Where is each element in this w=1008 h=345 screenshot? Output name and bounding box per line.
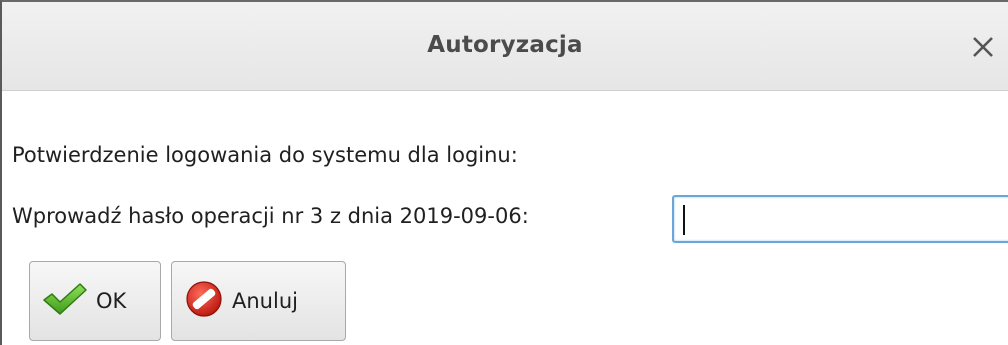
cancel-icon bbox=[184, 279, 224, 323]
password-input[interactable] bbox=[672, 195, 1008, 243]
authorization-dialog: Autoryzacja Potwierdzenie logowania do s… bbox=[0, 0, 1008, 345]
cancel-button[interactable]: Anuluj bbox=[171, 261, 346, 341]
ok-button-label: OK bbox=[96, 289, 127, 313]
password-label: Wprowadź hasło operacji nr 3 z dnia 2019… bbox=[12, 204, 529, 228]
dialog-titlebar: Autoryzacja bbox=[2, 2, 1008, 91]
ok-button[interactable]: OK bbox=[29, 261, 161, 341]
cancel-button-label: Anuluj bbox=[232, 289, 298, 313]
confirm-login-text: Potwierdzenie logowania do systemu dla l… bbox=[12, 143, 518, 167]
dialog-title: Autoryzacja bbox=[427, 32, 583, 58]
checkmark-icon bbox=[42, 282, 88, 320]
close-icon[interactable] bbox=[968, 32, 998, 62]
text-cursor bbox=[683, 205, 685, 235]
